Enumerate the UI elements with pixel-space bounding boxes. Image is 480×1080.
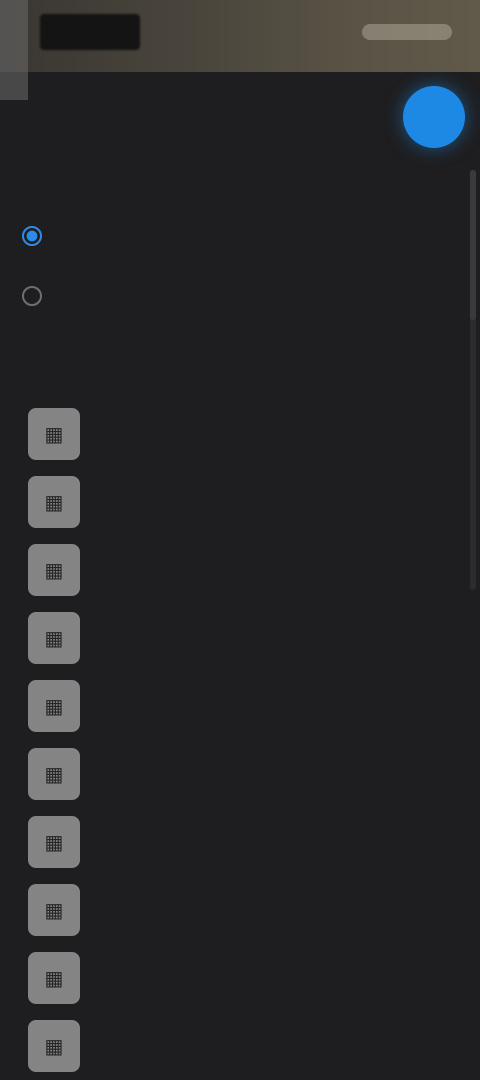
scrollbar-thumb[interactable]: [470, 170, 476, 320]
image-file-icon: ▦: [28, 408, 80, 460]
floating-action-button[interactable]: [403, 86, 465, 148]
list-item[interactable]: ▦: [0, 876, 480, 944]
back-panel-edge[interactable]: [0, 0, 28, 100]
list-item[interactable]: ▦: [0, 1012, 480, 1080]
image-file-icon: ▦: [28, 884, 80, 936]
image-file-icon: ▦: [28, 476, 80, 528]
list-item[interactable]: ▦: [0, 536, 480, 604]
image-file-icon: ▦: [28, 1020, 80, 1072]
image-file-icon: ▦: [28, 544, 80, 596]
list-item[interactable]: ▦: [0, 672, 480, 740]
header-title-block: [40, 14, 140, 50]
files-list: ▦ ▦ ▦ ▦ ▦ ▦ ▦ ▦ ▦ ▦: [0, 400, 480, 1080]
image-file-icon: ▦: [28, 952, 80, 1004]
radio-selected-icon[interactable]: [22, 226, 42, 246]
list-item[interactable]: ▦: [0, 468, 480, 536]
list-item[interactable]: ▦: [0, 808, 480, 876]
image-file-icon: ▦: [28, 816, 80, 868]
mode-option-2[interactable]: [22, 276, 282, 316]
image-file-icon: ▦: [28, 680, 80, 732]
list-item[interactable]: ▦: [0, 604, 480, 672]
list-item[interactable]: ▦: [0, 740, 480, 808]
toolbar-icons[interactable]: [362, 24, 452, 40]
image-file-icon: ▦: [28, 748, 80, 800]
mode-option-1[interactable]: [22, 216, 282, 256]
radio-unselected-icon[interactable]: [22, 286, 42, 306]
list-item[interactable]: ▦: [0, 400, 480, 468]
list-item[interactable]: ▦: [0, 944, 480, 1012]
image-file-icon: ▦: [28, 612, 80, 664]
